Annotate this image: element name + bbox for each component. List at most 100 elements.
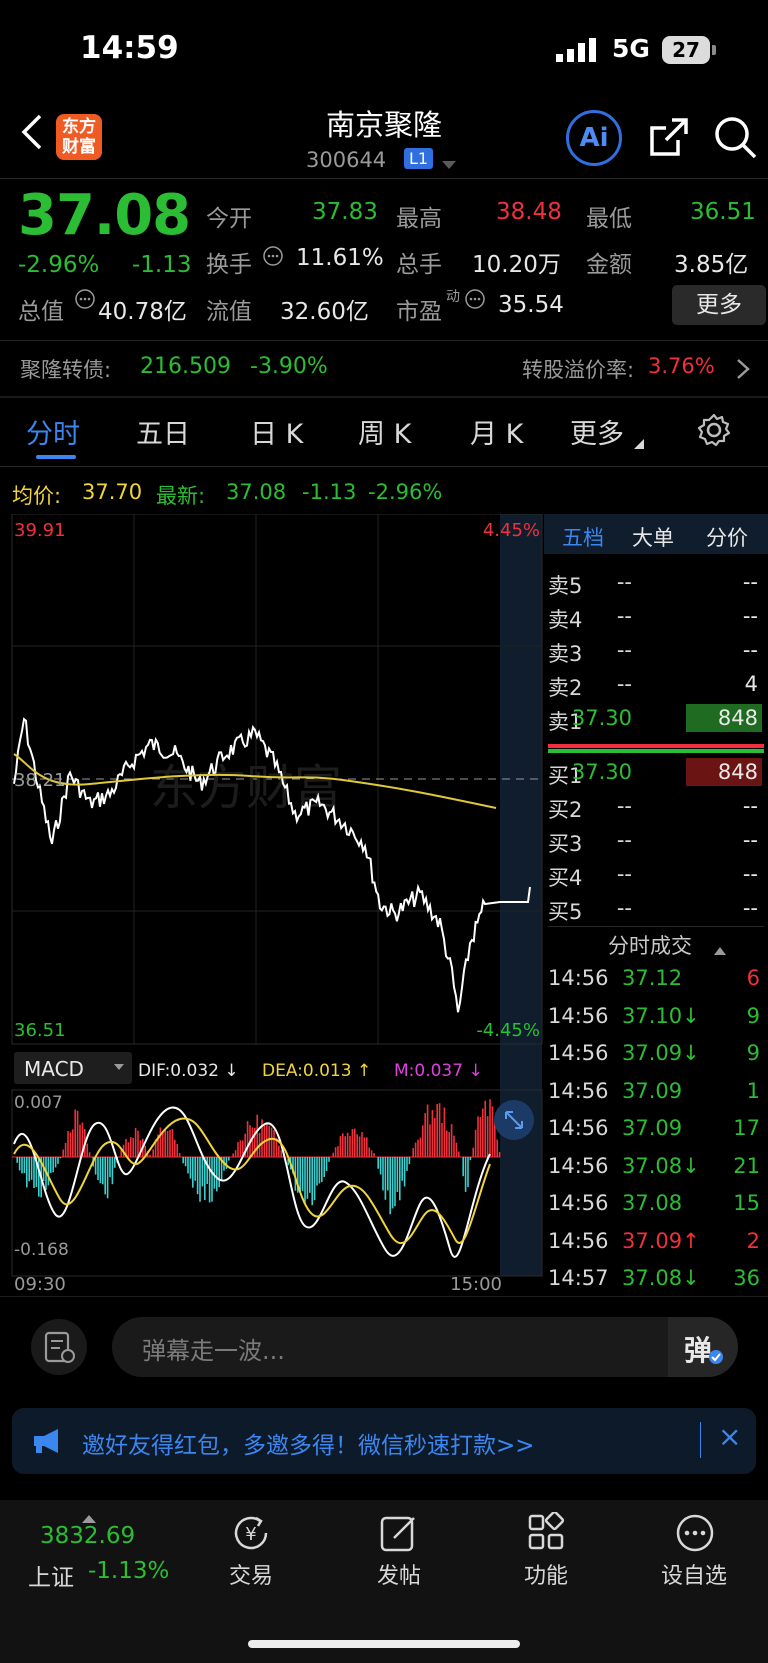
check-badge-icon — [709, 1350, 723, 1364]
chevron-down-icon[interactable] — [442, 156, 456, 175]
info-icon[interactable] — [74, 288, 96, 314]
search-icon[interactable] — [712, 114, 760, 166]
macd-bar — [130, 1137, 132, 1157]
macd-bar — [477, 1116, 479, 1157]
trade-volume: 6 — [746, 966, 760, 990]
tab-five-day[interactable]: 五日 — [136, 412, 190, 451]
tab-price-distribution[interactable]: 分价 — [706, 522, 748, 552]
divider — [0, 466, 768, 467]
macd-bar — [318, 1157, 321, 1184]
tab-intraday[interactable]: 分时 — [26, 412, 80, 451]
macd-bar — [114, 1157, 116, 1168]
comment-list-icon[interactable] — [30, 1318, 88, 1380]
order-price: 37.30 — [571, 760, 632, 784]
more-button[interactable]: 更多 — [672, 285, 766, 325]
tab-add-watchlist[interactable]: 设自选 — [634, 1558, 754, 1590]
comment-input[interactable]: 弹幕走一波... 弹 — [112, 1317, 738, 1377]
tab-monthly-k[interactable]: 月 K — [470, 412, 523, 451]
tab-big-orders[interactable]: 大单 — [632, 522, 674, 552]
time-end-label: 15:00 — [450, 1274, 502, 1294]
macd-bar — [356, 1134, 358, 1157]
danmaku-toggle-button[interactable]: 弹 — [668, 1317, 738, 1377]
macd-bar — [184, 1157, 187, 1167]
home-indicator — [248, 1640, 520, 1648]
price-mid-label: 38.21 — [14, 770, 66, 791]
macd-bar — [301, 1157, 304, 1192]
order-price: -- — [616, 672, 632, 696]
comment-placeholder: 弹幕走一波... — [142, 1337, 285, 1365]
macd-bar — [351, 1129, 354, 1157]
macd-bar — [176, 1144, 178, 1157]
app-logo: 东方 财富 — [56, 114, 102, 160]
promo-banner[interactable]: 邀好友得红包，多邀多得！微信秒速打款>> × — [12, 1408, 756, 1474]
macd-bar — [323, 1157, 325, 1177]
trade-price: 37.09 — [622, 1078, 683, 1103]
divider — [0, 396, 768, 398]
tab-trade[interactable]: 交易 — [191, 1558, 311, 1590]
macd-bar — [164, 1130, 166, 1157]
tab-daily-k[interactable]: 日 K — [250, 412, 303, 451]
trade-price: 37.12 — [622, 966, 683, 990]
macd-bar — [162, 1131, 164, 1157]
macd-bar — [192, 1157, 194, 1188]
order-volume: -- — [742, 570, 758, 594]
pe-value: 35.54 — [498, 292, 564, 318]
close-icon[interactable]: × — [718, 1420, 741, 1453]
low-label: 最低 — [586, 206, 632, 232]
macd-bar — [370, 1150, 373, 1157]
macd-bar — [443, 1107, 446, 1157]
tab-function[interactable]: 功能 — [486, 1558, 606, 1590]
tab-more[interactable]: 更多 — [570, 412, 624, 451]
info-icon[interactable] — [464, 288, 486, 314]
trade-time: 14:57 — [548, 1266, 609, 1290]
bond-name[interactable]: 聚隆转债: — [20, 354, 111, 384]
time-start-label: 09:30 — [14, 1274, 66, 1294]
intraday-chart[interactable]: 东方财富 39.91 38.21 36.51 4.45% -4.45% MACD… — [0, 514, 546, 1294]
signal-icon — [556, 38, 600, 66]
trade-time: 14:56 — [548, 1191, 609, 1215]
stock-name[interactable]: 南京聚隆 — [300, 102, 468, 144]
macd-bar — [491, 1106, 494, 1157]
macd-bar — [346, 1132, 349, 1157]
share-icon[interactable] — [646, 114, 692, 164]
macd-bar — [273, 1130, 275, 1157]
ai-button[interactable]: Ai — [566, 110, 622, 166]
order-side-label: 卖3 — [548, 642, 583, 666]
macd-bar — [97, 1157, 99, 1181]
trades-title[interactable]: 分时成交 — [608, 930, 692, 960]
macd-bar — [182, 1157, 184, 1164]
trade-price: 37.10↓ — [622, 1003, 700, 1028]
order-price: -- — [616, 828, 632, 852]
info-icon[interactable] — [262, 245, 284, 271]
macd-bar — [321, 1157, 323, 1183]
tab-weekly-k[interactable]: 周 K — [358, 412, 411, 451]
change-value: -1.13 — [132, 252, 192, 278]
macd-bar — [453, 1135, 455, 1157]
trade-icon[interactable]: ¥ — [230, 1512, 272, 1558]
trade-price: 37.09↑ — [622, 1228, 700, 1253]
macd-bar — [196, 1157, 199, 1195]
logo-text-line2: 财富 — [62, 137, 96, 157]
tab-post[interactable]: 发帖 — [339, 1558, 459, 1590]
gear-icon[interactable] — [696, 412, 732, 452]
chevron-right-icon[interactable] — [736, 358, 750, 384]
mktcap-value: 40.78亿 — [98, 299, 187, 325]
macd-bar — [72, 1129, 74, 1157]
post-icon[interactable] — [378, 1512, 420, 1558]
macd-bar — [391, 1157, 394, 1209]
avg-label: 均价: — [12, 484, 62, 508]
ask-divider — [548, 744, 764, 748]
more-dots-icon[interactable] — [674, 1512, 716, 1558]
index-value[interactable]: 3832.69 — [40, 1523, 135, 1549]
macd-bar — [419, 1137, 422, 1157]
macd-bar — [462, 1157, 464, 1177]
back-icon[interactable] — [18, 112, 48, 156]
function-grid-icon[interactable] — [526, 1510, 568, 1558]
premium-value: 3.76% — [648, 354, 715, 378]
macd-bar — [306, 1157, 309, 1199]
tab-order-book[interactable]: 五档 — [562, 522, 604, 552]
battery-icon: 27 — [662, 36, 710, 64]
index-name[interactable]: 上证 — [28, 1558, 74, 1592]
macd-bar — [216, 1157, 218, 1192]
pe-superscript: 动 — [446, 289, 460, 305]
